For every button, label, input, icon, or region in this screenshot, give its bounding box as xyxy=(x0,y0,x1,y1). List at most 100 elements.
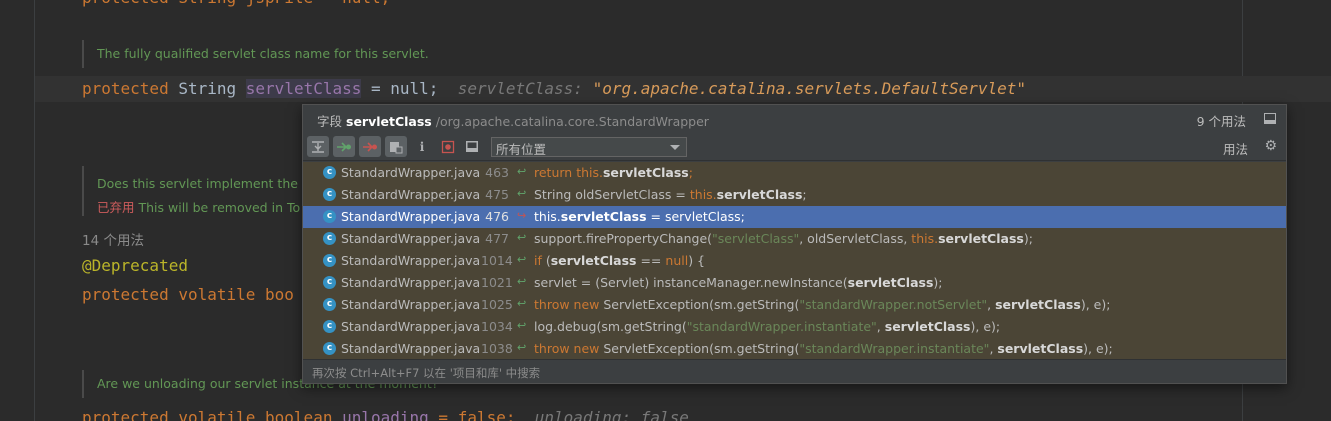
code-string: "standardWrapper.notServlet" xyxy=(799,297,988,312)
inline-hint-name: servletClass: xyxy=(457,79,583,98)
code-line-unloading[interactable]: protected volatile boolean unloading = f… xyxy=(82,408,689,421)
usage-code: if (servletClass == null) { xyxy=(534,253,705,268)
javadoc-servlet-class: The fully qualified servlet class name f… xyxy=(82,40,429,68)
usage-code: throw new ServletException(sm.getString(… xyxy=(534,297,1110,312)
usage-row[interactable]: c StandardWrapper.java 1021 ↩ servlet = … xyxy=(303,272,1286,294)
code-string: "standardWrapper.instantiate" xyxy=(686,319,877,334)
code-rest: ); xyxy=(1023,231,1033,246)
code-rest: ; xyxy=(688,165,693,180)
inline-hint: unloading: false xyxy=(534,408,689,421)
read-access-icon: ↩ xyxy=(517,231,527,244)
class-icon: c xyxy=(323,188,336,201)
info-icon[interactable]: i xyxy=(411,136,433,157)
code-text: String oldServletClass = xyxy=(534,187,690,202)
usage-row[interactable]: c StandardWrapper.java 1034 ↩ log.debug(… xyxy=(303,316,1286,338)
usage-line-number: 476 xyxy=(485,209,509,224)
scope-dropdown[interactable]: 所有位置 xyxy=(491,137,687,157)
read-access-icon: ↩ xyxy=(517,297,527,310)
usage-row[interactable]: c StandardWrapper.java 1038 ↩ throw new … xyxy=(303,338,1286,360)
code-field: servletClass xyxy=(602,165,689,180)
gear-icon[interactable]: ⚙ xyxy=(1264,138,1277,154)
usage-row[interactable]: c StandardWrapper.java 1025 ↩ throw new … xyxy=(303,294,1286,316)
code-keyword: this. xyxy=(689,187,717,202)
usage-row[interactable]: c StandardWrapper.java 1014 ↩ if (servle… xyxy=(303,250,1286,272)
code-text: log.debug(sm.getString( xyxy=(534,319,687,334)
title-prefix: 字段 xyxy=(317,114,343,129)
javadoc-single-thread: Does this servlet implement the S 已弃用 Th… xyxy=(82,166,310,216)
read-access-icon: ↩ xyxy=(517,187,527,200)
code-rest: = servletClass; xyxy=(646,209,745,224)
preview-icon[interactable] xyxy=(461,136,483,157)
usage-code: this.servletClass = servletClass; xyxy=(534,209,745,224)
usage-row[interactable]: c StandardWrapper.java 477 ↩ support.fir… xyxy=(303,228,1286,250)
code-text: support.firePropertyChange( xyxy=(534,231,713,246)
code-keyword: return this. xyxy=(534,165,603,180)
code-field: servletClass xyxy=(884,319,971,334)
assignment: = false; xyxy=(428,408,516,421)
open-in-find-tool-window-icon[interactable] xyxy=(1264,113,1276,124)
code-field: servletClass xyxy=(995,297,1081,312)
code-keyword: throw new xyxy=(534,297,600,312)
usage-row[interactable]: c StandardWrapper.java 463 ↩ return this… xyxy=(303,162,1286,184)
expand-all-icon[interactable] xyxy=(307,136,329,157)
field-unloading[interactable]: unloading xyxy=(342,408,429,421)
usages-list: c StandardWrapper.java 463 ↩ return this… xyxy=(303,162,1286,360)
usage-file: StandardWrapper.java xyxy=(341,341,481,356)
javadoc-text: The fully qualified servlet class name f… xyxy=(97,46,429,61)
read-access-icon: ↩ xyxy=(517,341,527,354)
code-rest: ), e); xyxy=(1083,341,1113,356)
class-icon: c xyxy=(323,298,336,311)
code-text: ServletException(sm.getString( xyxy=(599,341,800,356)
code-rest: ; xyxy=(802,187,807,202)
title-package: /org.apache.catalina.core.StandardWrappe… xyxy=(435,114,709,129)
code-rest: ) { xyxy=(688,253,705,268)
field-servlet-class[interactable]: servletClass xyxy=(245,79,362,98)
usage-row[interactable]: c StandardWrapper.java 475 ↩ String oldS… xyxy=(303,184,1286,206)
write-access-icon: ↪ xyxy=(517,209,527,222)
usage-file: StandardWrapper.java xyxy=(341,231,481,246)
type-string: String xyxy=(178,79,237,98)
code-line-servlet-class[interactable]: protected String servletClass = null; se… xyxy=(82,79,1026,98)
code-rest: ), e); xyxy=(1080,297,1111,312)
usage-file: StandardWrapper.java xyxy=(341,275,481,290)
read-access-icon[interactable] xyxy=(333,136,355,157)
usage-file: StandardWrapper.java xyxy=(341,209,481,224)
code-line-single-thread[interactable]: protected volatile boo xyxy=(82,285,294,304)
group-by-file-icon[interactable] xyxy=(385,136,407,157)
usage-line-number: 1021 xyxy=(481,275,513,290)
code-string: "servletClass" xyxy=(712,231,800,246)
code-rest: ); xyxy=(933,275,943,290)
usage-row-selected[interactable]: c StandardWrapper.java 476 ↪ this.servle… xyxy=(303,206,1286,228)
code-keyword: this. xyxy=(911,231,939,246)
read-access-icon: ↩ xyxy=(517,319,527,332)
usage-code: servlet = (Servlet) instanceManager.newI… xyxy=(534,275,942,290)
class-icon: c xyxy=(323,342,336,355)
usage-count-hint[interactable]: 14 个用法 xyxy=(82,229,144,249)
keyword-modifiers: protected volatile boolean xyxy=(82,408,333,421)
code-field: servletClass xyxy=(560,209,647,224)
usage-file: StandardWrapper.java xyxy=(341,253,481,268)
code-text: , xyxy=(876,319,885,334)
write-access-icon[interactable] xyxy=(359,136,381,157)
usage-code: return this.servletClass; xyxy=(534,165,693,180)
code-field: servletClass xyxy=(716,187,803,202)
keyword-protected: protected xyxy=(82,79,169,98)
partial-top-code-line: protected String jspFile = null; xyxy=(82,0,390,7)
code-keyword: throw new xyxy=(534,341,600,356)
popup-title: 字段 servletClass /org.apache.catalina.cor… xyxy=(303,105,1286,133)
javadoc-text: This will be removed in To xyxy=(134,200,301,215)
javadoc-text: Does this servlet implement the S xyxy=(97,176,310,191)
code-field: servletClass xyxy=(997,341,1084,356)
javadoc-deprecated-line: 已弃用 This will be removed in To xyxy=(97,196,310,220)
usage-line-number: 1034 xyxy=(481,319,513,334)
read-access-icon: ↩ xyxy=(517,275,527,288)
code-keyword: if xyxy=(534,253,542,268)
code-text: ( xyxy=(541,253,551,268)
class-icon: c xyxy=(323,276,336,289)
usage-file: StandardWrapper.java xyxy=(341,165,481,180)
code-string: "standardWrapper.instantiate" xyxy=(799,341,990,356)
find-usages-popup[interactable]: 字段 servletClass /org.apache.catalina.cor… xyxy=(302,104,1287,384)
read-access-icon: ↩ xyxy=(517,165,527,178)
filter-icon[interactable] xyxy=(437,136,459,157)
code-text: ServletException(sm.getString( xyxy=(599,297,800,312)
